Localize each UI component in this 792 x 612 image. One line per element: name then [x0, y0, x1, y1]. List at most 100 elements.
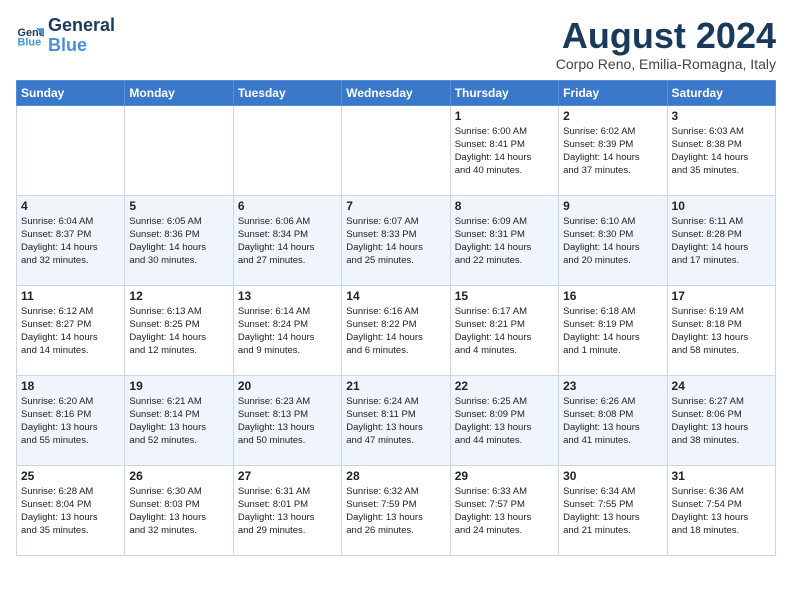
day-detail: Sunrise: 6:12 AM Sunset: 8:27 PM Dayligh…	[21, 305, 120, 358]
calendar-cell: 25 Sunrise: 6:28 AM Sunset: 8:04 PM Dayli…	[17, 465, 125, 555]
calendar-cell: 12Sunrise: 6:13 AM Sunset: 8:25 PM Dayli…	[125, 285, 233, 375]
calendar-cell: 4Sunrise: 6:04 AM Sunset: 8:37 PM Daylig…	[17, 195, 125, 285]
svg-text:Blue: Blue	[18, 36, 42, 48]
day-number: 31	[672, 469, 771, 483]
day-detail: Sunrise: 6:17 AM Sunset: 8:21 PM Dayligh…	[455, 305, 554, 358]
calendar-cell: 16 Sunrise: 6:18 AM Sunset: 8:19 PM Dayli…	[559, 285, 667, 375]
day-number: 5	[129, 199, 228, 213]
calendar-cell	[125, 105, 233, 195]
logo-blue: Blue	[48, 35, 87, 55]
page-header: General Blue GeneralBlue August 2024 Cor…	[16, 16, 776, 72]
day-number: 23	[563, 379, 662, 393]
day-detail: Sunrise: 6:02 AM Sunset: 8:39 PM Dayligh…	[563, 125, 662, 178]
day-number: 27	[238, 469, 337, 483]
day-detail: Sunrise: 6:33 AM Sunset: 7:57 PM Dayligh…	[455, 485, 554, 538]
calendar-subtitle: Corpo Reno, Emilia-Romagna, Italy	[556, 56, 776, 72]
calendar-week-row: 4Sunrise: 6:04 AM Sunset: 8:37 PM Daylig…	[17, 195, 776, 285]
calendar-cell: 11 Sunrise: 6:12 AM Sunset: 8:27 PM Dayli…	[17, 285, 125, 375]
day-detail: Sunrise: 6:14 AM Sunset: 8:24 PM Dayligh…	[238, 305, 337, 358]
day-number: 24	[672, 379, 771, 393]
day-number: 7	[346, 199, 445, 213]
day-detail: Sunrise: 6:32 AM Sunset: 7:59 PM Dayligh…	[346, 485, 445, 538]
day-number: 8	[455, 199, 554, 213]
day-detail: Sunrise: 6:26 AM Sunset: 8:08 PM Dayligh…	[563, 395, 662, 448]
weekday-header-friday: Friday	[559, 80, 667, 105]
calendar-cell: 20 Sunrise: 6:23 AM Sunset: 8:13 PM Dayli…	[233, 375, 341, 465]
day-detail: Sunrise: 6:19 AM Sunset: 8:18 PM Dayligh…	[672, 305, 771, 358]
day-number: 13	[238, 289, 337, 303]
calendar-cell: 28 Sunrise: 6:32 AM Sunset: 7:59 PM Dayli…	[342, 465, 450, 555]
day-detail: Sunrise: 6:05 AM Sunset: 8:36 PM Dayligh…	[129, 215, 228, 268]
calendar-cell: 29 Sunrise: 6:33 AM Sunset: 7:57 PM Dayli…	[450, 465, 558, 555]
day-number: 1	[455, 109, 554, 123]
day-detail: Sunrise: 6:20 AM Sunset: 8:16 PM Dayligh…	[21, 395, 120, 448]
day-detail: Sunrise: 6:04 AM Sunset: 8:37 PM Dayligh…	[21, 215, 120, 268]
calendar-week-row: 1 Sunrise: 6:00 AM Sunset: 8:41 PM Daylig…	[17, 105, 776, 195]
day-number: 22	[455, 379, 554, 393]
day-number: 17	[672, 289, 771, 303]
title-block: August 2024 Corpo Reno, Emilia-Romagna, …	[556, 16, 776, 72]
day-detail: Sunrise: 6:36 AM Sunset: 7:54 PM Dayligh…	[672, 485, 771, 538]
day-number: 15	[455, 289, 554, 303]
logo-icon: General Blue	[16, 22, 44, 50]
calendar-cell	[17, 105, 125, 195]
calendar-cell: 21Sunrise: 6:24 AM Sunset: 8:11 PM Dayli…	[342, 375, 450, 465]
calendar-cell: 5 Sunrise: 6:05 AM Sunset: 8:36 PM Daylig…	[125, 195, 233, 285]
day-number: 30	[563, 469, 662, 483]
calendar-cell	[342, 105, 450, 195]
day-number: 26	[129, 469, 228, 483]
day-detail: Sunrise: 6:23 AM Sunset: 8:13 PM Dayligh…	[238, 395, 337, 448]
day-detail: Sunrise: 6:00 AM Sunset: 8:41 PM Dayligh…	[455, 125, 554, 178]
day-detail: Sunrise: 6:18 AM Sunset: 8:19 PM Dayligh…	[563, 305, 662, 358]
weekday-header-sunday: Sunday	[17, 80, 125, 105]
calendar-cell: 13 Sunrise: 6:14 AM Sunset: 8:24 PM Dayli…	[233, 285, 341, 375]
day-number: 21	[346, 379, 445, 393]
day-number: 14	[346, 289, 445, 303]
day-number: 25	[21, 469, 120, 483]
calendar-week-row: 18 Sunrise: 6:20 AM Sunset: 8:16 PM Dayli…	[17, 375, 776, 465]
weekday-header-wednesday: Wednesday	[342, 80, 450, 105]
day-number: 29	[455, 469, 554, 483]
calendar-title: August 2024	[556, 16, 776, 56]
day-detail: Sunrise: 6:03 AM Sunset: 8:38 PM Dayligh…	[672, 125, 771, 178]
calendar-cell: 30 Sunrise: 6:34 AM Sunset: 7:55 PM Dayli…	[559, 465, 667, 555]
day-detail: Sunrise: 6:07 AM Sunset: 8:33 PM Dayligh…	[346, 215, 445, 268]
calendar-cell: 9 Sunrise: 6:10 AM Sunset: 8:30 PM Daylig…	[559, 195, 667, 285]
day-number: 18	[21, 379, 120, 393]
day-detail: Sunrise: 6:13 AM Sunset: 8:25 PM Dayligh…	[129, 305, 228, 358]
day-number: 28	[346, 469, 445, 483]
day-detail: Sunrise: 6:10 AM Sunset: 8:30 PM Dayligh…	[563, 215, 662, 268]
logo: General Blue GeneralBlue	[16, 16, 115, 56]
calendar-cell: 23 Sunrise: 6:26 AM Sunset: 8:08 PM Dayli…	[559, 375, 667, 465]
day-number: 20	[238, 379, 337, 393]
day-number: 16	[563, 289, 662, 303]
day-detail: Sunrise: 6:28 AM Sunset: 8:04 PM Dayligh…	[21, 485, 120, 538]
day-number: 11	[21, 289, 120, 303]
day-number: 19	[129, 379, 228, 393]
day-number: 2	[563, 109, 662, 123]
calendar-cell: 3Sunrise: 6:03 AM Sunset: 8:38 PM Daylig…	[667, 105, 775, 195]
calendar-cell: 7 Sunrise: 6:07 AM Sunset: 8:33 PM Daylig…	[342, 195, 450, 285]
calendar-week-row: 11 Sunrise: 6:12 AM Sunset: 8:27 PM Dayli…	[17, 285, 776, 375]
calendar-cell	[233, 105, 341, 195]
day-detail: Sunrise: 6:30 AM Sunset: 8:03 PM Dayligh…	[129, 485, 228, 538]
day-number: 9	[563, 199, 662, 213]
calendar-cell: 19 Sunrise: 6:21 AM Sunset: 8:14 PM Dayli…	[125, 375, 233, 465]
weekday-header-thursday: Thursday	[450, 80, 558, 105]
calendar-cell: 18 Sunrise: 6:20 AM Sunset: 8:16 PM Dayli…	[17, 375, 125, 465]
day-number: 10	[672, 199, 771, 213]
calendar-cell: 6Sunrise: 6:06 AM Sunset: 8:34 PM Daylig…	[233, 195, 341, 285]
calendar-cell: 26 Sunrise: 6:30 AM Sunset: 8:03 PM Dayli…	[125, 465, 233, 555]
day-detail: Sunrise: 6:21 AM Sunset: 8:14 PM Dayligh…	[129, 395, 228, 448]
day-detail: Sunrise: 6:11 AM Sunset: 8:28 PM Dayligh…	[672, 215, 771, 268]
calendar-cell: 22Sunrise: 6:25 AM Sunset: 8:09 PM Dayli…	[450, 375, 558, 465]
day-detail: Sunrise: 6:34 AM Sunset: 7:55 PM Dayligh…	[563, 485, 662, 538]
calendar-cell: 8 Sunrise: 6:09 AM Sunset: 8:31 PM Daylig…	[450, 195, 558, 285]
calendar-cell: 2 Sunrise: 6:02 AM Sunset: 8:39 PM Daylig…	[559, 105, 667, 195]
calendar-cell: 17 Sunrise: 6:19 AM Sunset: 8:18 PM Dayli…	[667, 285, 775, 375]
day-detail: Sunrise: 6:06 AM Sunset: 8:34 PM Dayligh…	[238, 215, 337, 268]
day-detail: Sunrise: 6:09 AM Sunset: 8:31 PM Dayligh…	[455, 215, 554, 268]
weekday-header-row: SundayMondayTuesdayWednesdayThursdayFrid…	[17, 80, 776, 105]
calendar-cell: 10 Sunrise: 6:11 AM Sunset: 8:28 PM Dayli…	[667, 195, 775, 285]
weekday-header-saturday: Saturday	[667, 80, 775, 105]
